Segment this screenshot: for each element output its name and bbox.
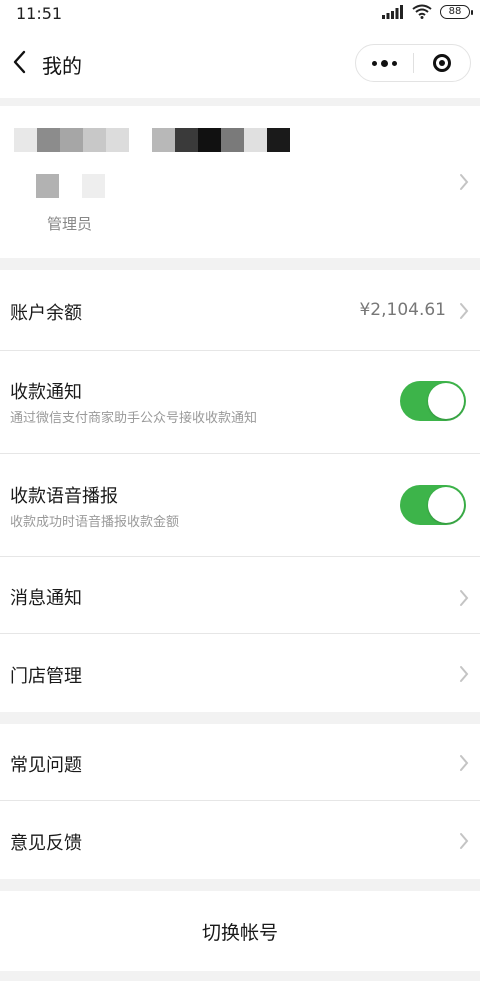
- nav-bar: 我的: [0, 26, 480, 98]
- blur-pixel: [106, 128, 129, 152]
- page-title: 我的: [42, 54, 82, 78]
- payment-notify-desc: 通过微信支付商家助手公众号接收收款通知: [10, 411, 258, 426]
- blur-pixel: [14, 128, 37, 152]
- blur-pixel: [59, 174, 82, 198]
- target-circle-icon: [432, 54, 451, 72]
- close-button[interactable]: [414, 45, 471, 81]
- status-bar: 11:51 88: [0, 0, 480, 26]
- payment-notify-label: 收款通知: [10, 382, 82, 403]
- blur-pixel: [82, 174, 105, 198]
- payment-notify-toggle[interactable]: [400, 381, 466, 421]
- chevron-right-icon: [460, 666, 469, 682]
- voice-broadcast-toggle[interactable]: [400, 485, 466, 525]
- chevron-right-icon: [460, 174, 469, 190]
- blur-pixel: [221, 128, 244, 152]
- chevron-right-icon: [460, 755, 469, 771]
- profile-subname-blurred: [36, 174, 105, 198]
- voice-broadcast-label: 收款语音播报: [10, 486, 118, 507]
- status-icons: 88: [382, 4, 473, 19]
- feedback-label: 意见反馈: [10, 833, 82, 854]
- voice-broadcast-row: 收款语音播报 收款成功时语音播报收款金额: [0, 454, 480, 556]
- message-notify-row[interactable]: 消息通知: [0, 557, 480, 633]
- balance-label: 账户余额: [10, 303, 82, 324]
- balance-value: ¥2,104.61: [359, 300, 446, 320]
- blur-pixel: [152, 128, 175, 152]
- blur-pixel: [37, 128, 60, 152]
- more-dots-icon: [371, 59, 397, 67]
- toggle-knob: [428, 383, 464, 419]
- battery-icon: 88: [440, 4, 473, 19]
- mini-program-capsule: [355, 44, 471, 82]
- chevron-right-icon: [460, 833, 469, 849]
- chevron-right-icon: [460, 590, 469, 606]
- toggle-knob: [428, 487, 464, 523]
- blur-pixel: [60, 128, 83, 152]
- more-button[interactable]: [356, 45, 413, 81]
- profile-name-blurred: [14, 128, 290, 152]
- balance-row[interactable]: 账户余额 ¥2,104.61: [0, 270, 480, 350]
- blur-pixel: [198, 128, 221, 152]
- switch-account-label: 切换帐号: [201, 921, 278, 944]
- chevron-left-icon[interactable]: [8, 48, 34, 76]
- blur-pixel: [129, 128, 152, 152]
- blur-pixel: [175, 128, 198, 152]
- message-notify-label: 消息通知: [10, 588, 82, 609]
- voice-broadcast-desc: 收款成功时语音播报收款金额: [10, 515, 180, 530]
- store-manage-row[interactable]: 门店管理: [0, 634, 480, 712]
- wifi-icon: [412, 4, 432, 19]
- blur-pixel: [83, 128, 106, 152]
- signal-icon: [382, 4, 403, 19]
- faq-row[interactable]: 常见问题: [0, 724, 480, 800]
- status-time: 11:51: [16, 3, 63, 23]
- faq-label: 常见问题: [10, 755, 82, 776]
- switch-account-button[interactable]: 切换帐号: [0, 891, 480, 971]
- blur-pixel: [267, 128, 290, 152]
- feedback-row[interactable]: 意见反馈: [0, 801, 480, 879]
- store-manage-label: 门店管理: [10, 666, 82, 687]
- chevron-right-icon: [460, 303, 469, 319]
- blur-pixel: [244, 128, 267, 152]
- payment-notify-row: 收款通知 通过微信支付商家助手公众号接收收款通知: [0, 351, 480, 453]
- profile-card[interactable]: 管理员: [0, 106, 480, 258]
- profile-role: 管理员: [47, 215, 93, 233]
- blur-pixel: [36, 174, 59, 198]
